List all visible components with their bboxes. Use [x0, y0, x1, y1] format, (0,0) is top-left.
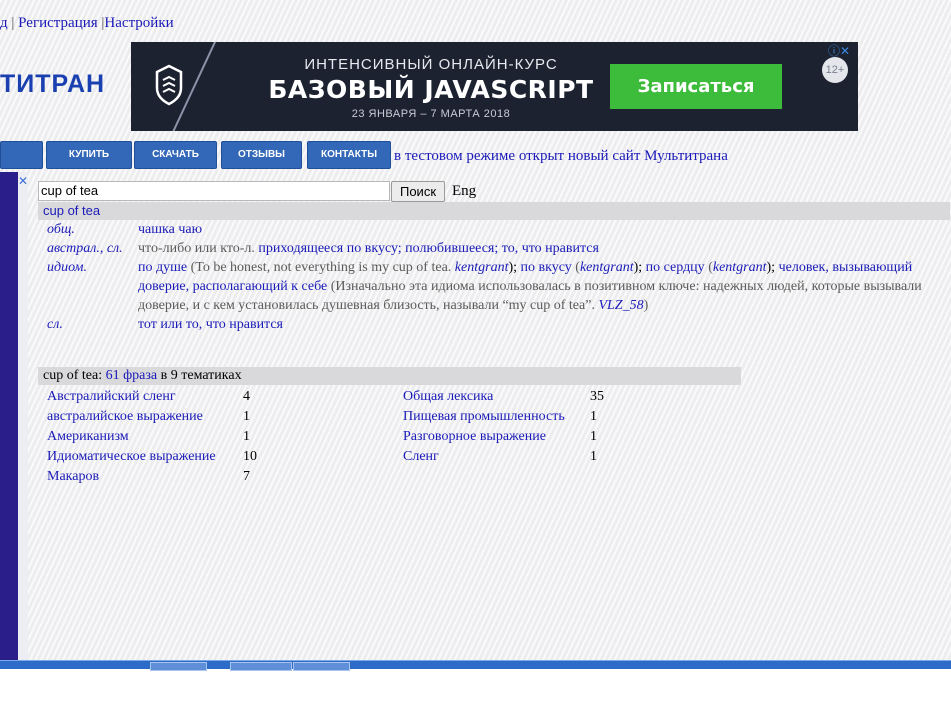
site-logo[interactable]: ТИТРАН — [0, 70, 105, 99]
punctuation: ); — [508, 260, 521, 275]
topic-count: 4 — [243, 389, 250, 404]
topic-row: Американизм 1 — [47, 427, 257, 447]
topic-count: 7 — [243, 469, 250, 484]
topic-row: Разговорное выражение 1 — [403, 427, 604, 447]
search-input[interactable]: cup of tea — [38, 181, 390, 201]
close-icon[interactable]: ✕ — [18, 174, 28, 188]
contacts-button[interactable]: КОНТАКТЫ — [307, 141, 391, 169]
topic-row: Общая лексика 35 — [403, 387, 604, 407]
topic-link[interactable]: Пищевая промышленность — [403, 407, 590, 427]
subject-label[interactable]: идиом. — [47, 258, 138, 315]
settings-link[interactable]: Настройки — [104, 15, 173, 31]
topic-count: 1 — [243, 409, 250, 424]
topic-link[interactable]: Сленг — [403, 447, 590, 467]
translation-row: австрал., сл. что-либо или кто-л. приходя… — [47, 239, 947, 258]
phrases-prefix: cup of tea: — [43, 368, 106, 383]
translation-list: общ. чашка чаю австрал., сл. что-либо или к… — [47, 220, 947, 334]
phrases-count-link[interactable]: 61 фраза — [106, 368, 158, 383]
punctuation: ); — [633, 260, 646, 275]
translation-comment: (To be honest, not everything is my cup … — [187, 260, 455, 275]
author-link[interactable]: VLZ_58 — [598, 298, 643, 313]
translation-comment: ) — [643, 298, 649, 313]
translation-link[interactable]: по сердцу — [646, 260, 705, 275]
download-button[interactable]: СКАЧАТЬ — [134, 141, 217, 169]
topic-count: 10 — [243, 449, 257, 464]
subject-label[interactable]: общ. — [47, 220, 138, 239]
topic-count: 35 — [590, 389, 604, 404]
author-link[interactable]: kentgrant — [580, 260, 634, 275]
phrases-suffix: в 9 тематиках — [157, 368, 242, 383]
topic-link[interactable]: Макаров — [47, 467, 243, 487]
language-label: Eng — [452, 183, 477, 199]
topic-link[interactable]: Общая лексика — [403, 387, 590, 407]
topic-count: 1 — [590, 409, 597, 424]
translation-link[interactable]: по вкусу — [521, 260, 572, 275]
translation-link[interactable]: тот или то, что нравится — [138, 317, 283, 332]
topic-row: Сленг 1 — [403, 447, 604, 467]
topic-link[interactable]: австралийское выражение — [47, 407, 243, 427]
ad-banner[interactable]: ИНТЕНСИВНЫЙ ОНЛАЙН-КУРС БАЗОВЫЙ JAVASCRI… — [131, 42, 858, 131]
topic-count: 1 — [243, 429, 250, 444]
translation-comment: что-либо или кто-л. — [138, 241, 259, 256]
topic-count: 1 — [590, 449, 597, 464]
subject-label[interactable]: австрал., сл. — [47, 239, 138, 258]
topic-link[interactable]: Австралийский сленг — [47, 387, 243, 407]
punctuation: ); — [766, 260, 779, 275]
translation-link[interactable]: приходящееся по вкусу; полюбившееся; то,… — [258, 241, 599, 256]
buy-button[interactable]: КУПИТЬ — [46, 141, 132, 169]
translation-definitions: что-либо или кто-л. приходящееся по вкус… — [138, 239, 947, 258]
topic-count: 1 — [590, 429, 597, 444]
author-link[interactable]: kentgrant — [713, 260, 767, 275]
phrase-topics-right: Общая лексика 35 Пищевая промышленность 1 Ра… — [403, 387, 604, 467]
left-ad-strip-inner — [18, 172, 28, 662]
translation-row: сл. тот или то, что нравится — [47, 315, 947, 334]
topic-link[interactable]: Американизм — [47, 427, 243, 447]
new-site-notice-link[interactable]: в тестовом режиме открыт новый сайт Муль… — [394, 148, 728, 165]
phrase-topics-left: Австралийский сленг 4 австралийское выраже… — [47, 387, 257, 487]
topic-link[interactable]: Разговорное выражение — [403, 427, 590, 447]
separator: | — [11, 15, 15, 31]
topic-row: австралийское выражение 1 — [47, 407, 257, 427]
translation-comment: ( — [704, 260, 713, 275]
taskbar-item[interactable] — [150, 662, 207, 671]
enroll-button[interactable]: Записаться — [610, 64, 782, 109]
register-link[interactable]: Регистрация — [18, 15, 98, 31]
translation-definitions: тот или то, что нравится — [138, 315, 947, 334]
banner-dates: 23 ЯНВАРЯ – 7 МАРТА 2018 — [351, 108, 511, 120]
phrases-header: cup of tea: 61 фраза в 9 тематиках — [38, 367, 741, 385]
reviews-button[interactable]: ОТЗЫВЫ — [221, 141, 302, 169]
translation-link[interactable]: по душе — [138, 260, 187, 275]
age-rating-badge: 12+ — [822, 57, 848, 83]
left-ad-strip — [0, 172, 18, 662]
author-link[interactable]: kentgrant — [455, 260, 509, 275]
translation-row: идиом. по душе (To be honest, not everyth… — [47, 258, 947, 315]
taskbar-item[interactable] — [293, 662, 350, 671]
topic-row: Пищевая промышленность 1 — [403, 407, 604, 427]
topic-row: Макаров 7 — [47, 467, 257, 487]
subject-label[interactable]: сл. — [47, 315, 138, 334]
banner-title: БАЗОВЫЙ JAVASCRIPT — [268, 75, 594, 104]
translation-comment: ( — [571, 260, 580, 275]
term-header[interactable]: cup of tea — [38, 202, 950, 220]
os-taskbar — [0, 660, 951, 671]
nav-button-partial[interactable] — [0, 141, 43, 169]
topic-row: Австралийский сленг 4 — [47, 387, 257, 407]
top-links: д | Регистрация |Настройки — [0, 15, 174, 32]
translation-definitions: по душе (To be honest, not everything is… — [138, 258, 947, 315]
translation-row: общ. чашка чаю — [47, 220, 947, 239]
topic-link[interactable]: Идиоматическое выражение — [47, 447, 243, 467]
login-link[interactable]: д — [0, 15, 8, 31]
topic-row: Идиоматическое выражение 10 — [47, 447, 257, 467]
taskbar-item[interactable] — [230, 662, 292, 671]
ad-info-close-icon[interactable]: ⓘ✕ — [828, 42, 850, 59]
translation-link[interactable]: чашка чаю — [138, 222, 202, 237]
banner-subtitle: ИНТЕНСИВНЫЙ ОНЛАЙН-КУРС — [304, 56, 558, 73]
translation-definitions: чашка чаю — [138, 220, 947, 239]
search-button[interactable]: Поиск — [391, 181, 445, 202]
